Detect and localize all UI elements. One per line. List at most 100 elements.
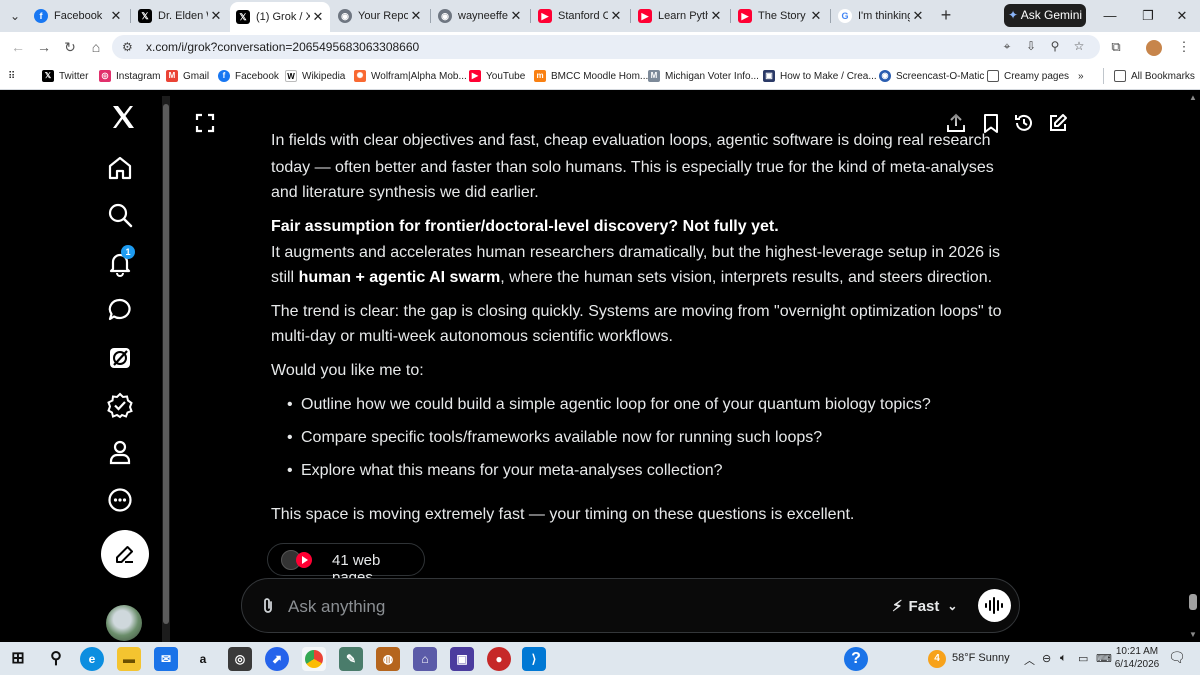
location-icon[interactable]: ⌖ <box>998 39 1016 55</box>
scroll-up-arrow-icon[interactable]: ▲ <box>1189 93 1197 102</box>
search-icon[interactable] <box>105 200 135 230</box>
voice-mode-button[interactable] <box>978 589 1011 622</box>
app-icon[interactable]: ● <box>487 647 511 671</box>
tab-your-repos[interactable]: ◉ Your Repos ✕ <box>332 4 428 28</box>
close-icon[interactable]: ✕ <box>310 9 326 25</box>
help-question-icon[interactable]: ? <box>844 647 868 671</box>
close-icon[interactable]: ✕ <box>108 8 124 24</box>
tab-stanford[interactable]: ▶ Stanford CS ✕ <box>532 4 628 28</box>
windows-start-icon[interactable]: ⊞ <box>6 647 30 671</box>
more-menu-icon[interactable]: ⋮ <box>1174 37 1194 57</box>
all-bookmarks[interactable]: All Bookmarks <box>1114 68 1195 84</box>
bookmark-gmail[interactable]: M Gmail <box>166 68 209 84</box>
ask-input-box[interactable]: Ask anything ⚡︎ Fast ⌄ <box>241 578 1020 633</box>
notepad-app-icon[interactable]: ✎ <box>339 647 363 671</box>
network-icon[interactable]: ⊖ <box>1042 652 1051 665</box>
edge-browser-icon[interactable]: e <box>80 647 104 671</box>
file-explorer-icon[interactable]: ▬ <box>117 647 141 671</box>
minimize-icon[interactable]: — <box>1100 6 1120 26</box>
attach-paperclip-icon[interactable] <box>258 596 278 616</box>
bookmark-youtube[interactable]: ▶ YouTube <box>469 68 525 84</box>
bookmark-bmcc-moodle[interactable]: m BMCC Moodle Hom... <box>534 68 648 84</box>
close-icon[interactable]: ✕ <box>208 8 224 24</box>
account-avatar[interactable] <box>106 605 142 641</box>
new-chat-edit-icon[interactable] <box>1047 112 1069 134</box>
home-icon[interactable]: ⌂ <box>86 37 106 57</box>
grok-icon[interactable] <box>105 343 135 373</box>
tab-google[interactable]: G I'm thinking ✕ <box>832 4 930 28</box>
game-app-icon[interactable]: ⌂ <box>413 647 437 671</box>
more-options-icon[interactable] <box>105 485 135 515</box>
close-icon[interactable]: ✕ <box>408 8 424 24</box>
bookmark-wikipedia[interactable]: W Wikipedia <box>285 68 345 84</box>
tab-search-icon[interactable]: ⌄ <box>4 6 26 26</box>
bookmark-star-icon[interactable]: ☆ <box>1070 39 1088 55</box>
bookmarks-overflow-icon[interactable]: » <box>1078 68 1084 84</box>
tab-dr-elden[interactable]: 𝕏 Dr. Elden W ✕ <box>132 4 228 28</box>
restore-icon[interactable]: ❐ <box>1138 6 1158 26</box>
notifications-icon[interactable]: 🗨︎ <box>1168 649 1186 666</box>
ask-input-placeholder[interactable]: Ask anything <box>288 597 385 617</box>
left-scrollbar[interactable] <box>162 96 170 642</box>
mode-selector[interactable]: ⚡︎ Fast ⌄ <box>892 597 957 616</box>
compose-post-button[interactable] <box>101 530 149 578</box>
bookmark-how-to-make[interactable]: ▣ How to Make / Crea... <box>763 68 877 84</box>
tab-facebook[interactable]: f Facebook ✕ <box>28 4 128 28</box>
tab-grok[interactable]: 𝕏 (1) Grok / X ✕ <box>230 2 330 32</box>
bookmark-icon[interactable] <box>980 112 1002 134</box>
scrollbar-thumb[interactable] <box>1189 594 1197 610</box>
close-icon[interactable]: ✕ <box>910 8 926 24</box>
close-icon[interactable]: ✕ <box>808 8 824 24</box>
search-icon[interactable]: ⚲ <box>44 647 68 671</box>
chrome-icon[interactable] <box>302 647 326 671</box>
expand-fullscreen-icon[interactable] <box>194 112 216 134</box>
history-icon[interactable] <box>1013 112 1035 134</box>
tab-story[interactable]: ▶ The Story o ✕ <box>732 4 828 28</box>
tab-wayneeffect[interactable]: ◉ wayneeffect ✕ <box>432 4 528 28</box>
bookmark-instagram[interactable]: ◎ Instagram <box>99 68 160 84</box>
system-clock[interactable]: 10:21 AM 6/14/2026 <box>1114 645 1160 671</box>
x-logo-icon[interactable] <box>108 102 138 132</box>
page-scrollbar[interactable]: ▲ ▼ <box>1186 90 1200 642</box>
close-icon[interactable]: ✕ <box>608 8 624 24</box>
weather-text[interactable]: 58°F Sunny <box>952 652 1010 664</box>
address-bar[interactable]: ⚙ x.com/i/grok?conversation=206549568306… <box>112 35 1100 59</box>
tray-overflow-icon[interactable]: ︿ <box>1024 652 1035 668</box>
bookmark-screencast[interactable]: ◉ Screencast-O-Matic <box>879 68 984 84</box>
vscode-icon[interactable]: ⟩ <box>522 647 546 671</box>
reload-icon[interactable]: ↻ <box>60 37 80 57</box>
tab-learn-python[interactable]: ▶ Learn Pytho ✕ <box>632 4 728 28</box>
outlook-icon[interactable]: ✉ <box>154 647 178 671</box>
profile-avatar-icon[interactable] <box>1144 37 1164 57</box>
scroll-down-arrow-icon[interactable]: ▼ <box>1189 630 1197 639</box>
apps-icon[interactable]: ⠿ <box>8 68 15 84</box>
bookmark-michigan-voter[interactable]: M Michigan Voter Info... <box>648 68 759 84</box>
forward-arrow-icon[interactable]: → <box>34 37 54 57</box>
new-tab-icon[interactable]: + <box>936 6 956 26</box>
profile-person-icon[interactable] <box>105 437 135 467</box>
home-icon[interactable] <box>105 153 135 183</box>
bookmark-twitter[interactable]: 𝕏 Twitter <box>42 68 88 84</box>
app-icon[interactable]: ⬈ <box>265 647 289 671</box>
install-app-icon[interactable]: ⇩ <box>1022 39 1040 55</box>
url-text[interactable]: x.com/i/grok?conversation=20654956830633… <box>146 40 419 54</box>
bookmark-wolfram[interactable]: ✺ Wolfram|Alpha Mob... <box>354 68 467 84</box>
scrollbar-thumb[interactable] <box>163 104 169 624</box>
ask-gemini-button[interactable]: ✦ Ask Gemini <box>1004 4 1086 27</box>
amazon-icon[interactable]: a <box>191 647 215 671</box>
close-icon[interactable]: ✕ <box>708 8 724 24</box>
media-app-icon[interactable]: ▣ <box>450 647 474 671</box>
back-arrow-icon[interactable]: ← <box>8 37 28 57</box>
verified-badge-icon[interactable] <box>105 390 135 420</box>
input-method-icon[interactable]: ⌨︎ <box>1096 652 1112 665</box>
weather-sun-icon[interactable]: 4 <box>928 650 946 668</box>
close-icon[interactable]: ✕ <box>508 8 524 24</box>
zoom-icon[interactable]: ⚲ <box>1046 39 1064 55</box>
bookmark-facebook[interactable]: f Facebook <box>218 68 279 84</box>
battery-icon[interactable]: ▭ <box>1078 652 1088 665</box>
paint-app-icon[interactable]: ◍ <box>376 647 400 671</box>
bookmark-folder-creamy-pages[interactable]: Creamy pages <box>987 68 1069 84</box>
close-window-icon[interactable]: ✕ <box>1172 6 1192 26</box>
messages-bubble-icon[interactable] <box>105 295 135 325</box>
site-info-icon[interactable]: ⚙ <box>122 40 133 54</box>
